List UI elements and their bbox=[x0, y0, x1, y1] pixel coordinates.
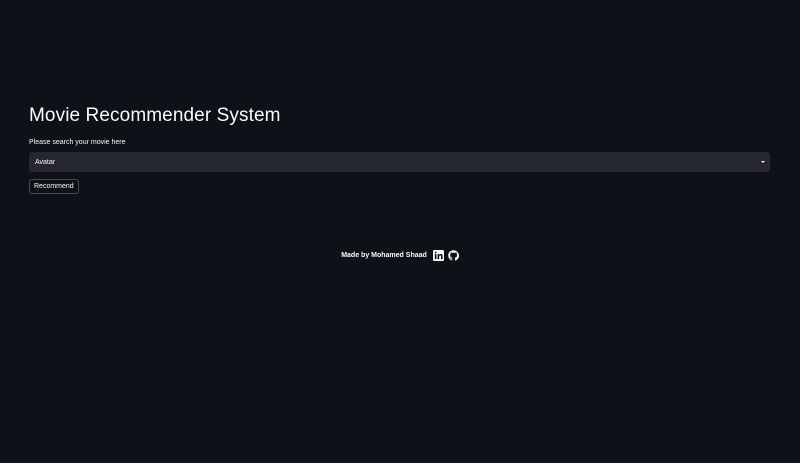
linkedin-link[interactable] bbox=[432, 250, 444, 261]
page-bottom bbox=[0, 398, 800, 463]
github-icon bbox=[448, 250, 459, 261]
movie-select[interactable]: Avatar bbox=[29, 152, 770, 172]
header-bar bbox=[0, 0, 800, 66]
footer-credit: Made by Mohamed Shaad bbox=[341, 252, 427, 259]
page-title: Movie Recommender System bbox=[29, 105, 281, 126]
linkedin-icon bbox=[432, 250, 444, 261]
app-window: Movie Recommender System Please search y… bbox=[0, 0, 800, 463]
footer: Made by Mohamed Shaad bbox=[0, 250, 800, 261]
recommend-button[interactable]: Recommend bbox=[29, 179, 79, 194]
main-content: Movie Recommender System Please search y… bbox=[29, 104, 770, 194]
github-link[interactable] bbox=[448, 250, 459, 261]
chevron-down-icon[interactable] bbox=[761, 161, 765, 163]
movie-select-value: Avatar bbox=[35, 158, 56, 166]
movie-search-label: Please search your movie here bbox=[29, 139, 126, 146]
